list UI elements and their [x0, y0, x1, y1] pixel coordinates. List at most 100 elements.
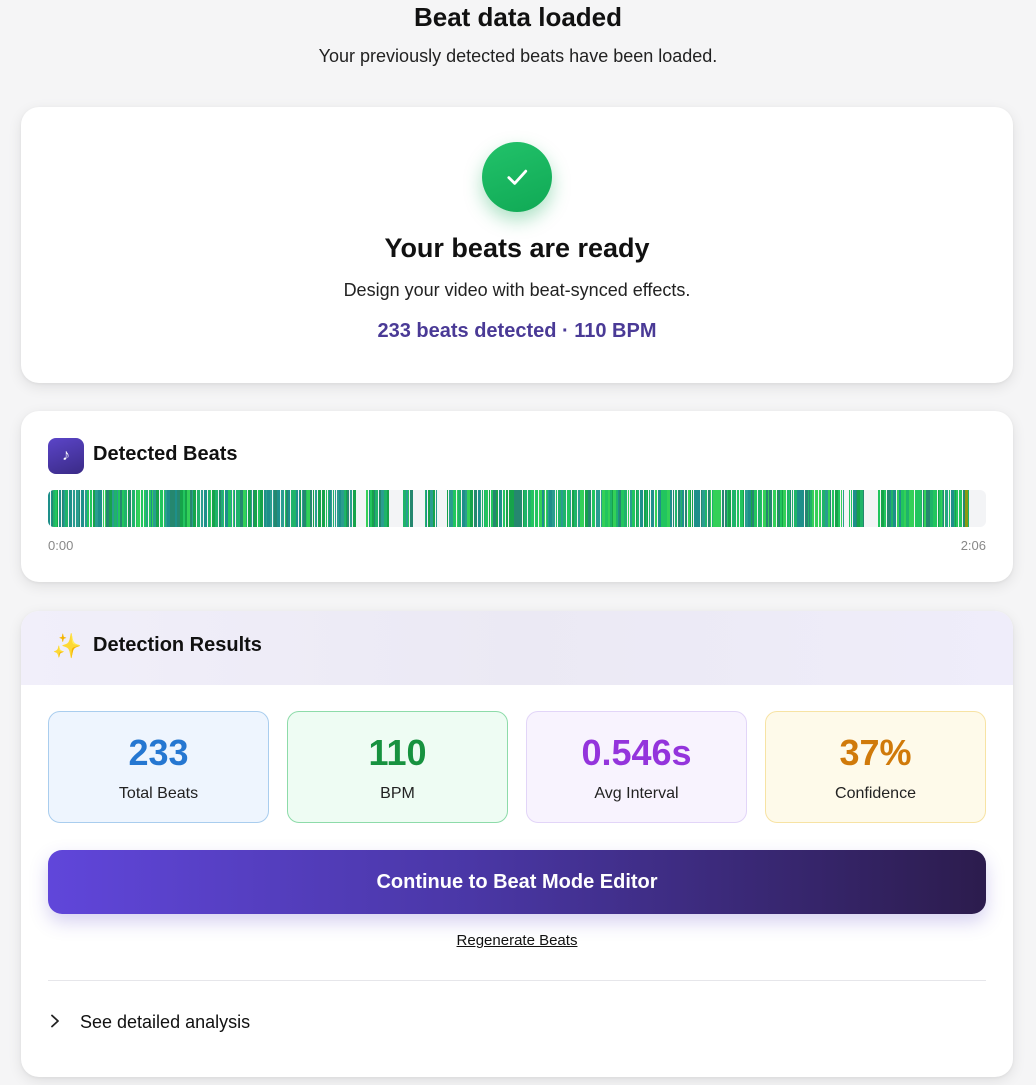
beat-marker: [819, 490, 821, 527]
beat-marker: [122, 490, 124, 527]
beat-marker: [307, 490, 310, 527]
beat-marker: [941, 490, 942, 527]
beat-marker: [151, 490, 152, 527]
stat-value: 0.546s: [581, 732, 692, 773]
beat-marker: [233, 490, 234, 527]
beat-marker: [801, 490, 804, 527]
beat-marker: [156, 490, 159, 527]
beat-marker: [619, 490, 621, 527]
beat-marker: [596, 490, 598, 527]
beat-marker: [302, 490, 303, 527]
beat-marker: [890, 490, 891, 527]
beat-marker: [828, 490, 830, 527]
beat-marker: [812, 490, 814, 527]
beat-marker: [787, 490, 789, 527]
beat-marker: [610, 490, 612, 527]
beat-marker: [906, 490, 909, 527]
beat-marker: [273, 490, 274, 527]
beat-marker: [745, 490, 748, 527]
beat-marker: [710, 490, 711, 527]
beat-marker: [482, 490, 483, 527]
beat-marker: [670, 490, 672, 527]
sparkles-icon: ✨: [52, 633, 82, 660]
regenerate-beats-link[interactable]: Regenerate Beats: [21, 932, 1013, 949]
detailed-analysis-toggle[interactable]: See detailed analysis: [48, 1008, 250, 1036]
beat-marker: [778, 490, 780, 527]
beat-marker: [769, 490, 772, 527]
detailed-analysis-label: See detailed analysis: [80, 1011, 251, 1032]
beat-marker: [725, 490, 727, 527]
beat-marker: [790, 490, 791, 527]
beat-marker: [69, 490, 72, 527]
beat-marker: [692, 490, 693, 527]
beat-marker: [860, 490, 863, 527]
beat-marker: [337, 490, 339, 527]
beat-marker: [773, 490, 776, 527]
beat-marker: [114, 490, 117, 527]
beat-marker: [493, 490, 496, 527]
beat-marker: [832, 490, 834, 527]
beat-marker: [608, 490, 610, 527]
beat-marker: [306, 490, 307, 527]
beat-marker: [470, 490, 473, 527]
detection-results-card: ✨ Detection Results 233 Total Beats 110 …: [21, 611, 1013, 1077]
beat-marker: [758, 490, 761, 527]
beat-timeline[interactable]: [48, 490, 986, 527]
beat-marker: [167, 490, 170, 527]
beat-marker: [942, 490, 943, 527]
beat-marker: [485, 490, 487, 527]
beat-marker: [285, 490, 286, 527]
beat-marker: [632, 490, 635, 527]
beat-marker: [780, 490, 782, 527]
beat-marker: [183, 490, 185, 527]
beat-marker: [62, 490, 63, 527]
beat-marker: [514, 490, 517, 527]
beat-marker: [783, 490, 786, 527]
beat-marker: [129, 490, 131, 527]
beat-marker: [144, 490, 146, 527]
beat-marker: [458, 490, 461, 527]
beat-marker: [630, 490, 632, 527]
beat-marker: [690, 490, 691, 527]
beat-marker: [52, 490, 53, 527]
beat-marker: [959, 490, 962, 527]
beat-marker: [79, 490, 80, 527]
beat-marker: [924, 490, 926, 527]
beat-marker: [109, 490, 112, 527]
beat-marker: [221, 490, 222, 527]
beat-marker: [928, 490, 930, 527]
beat-marker: [246, 490, 247, 527]
beat-marker: [223, 490, 224, 527]
beat-marker: [243, 490, 246, 527]
beat-marker: [613, 490, 614, 527]
beat-marker: [436, 490, 437, 527]
beat-marker: [225, 490, 228, 527]
beat-marker: [185, 490, 187, 527]
beat-marker: [240, 490, 243, 527]
beat-marker: [467, 490, 470, 527]
checkmark-icon: [482, 142, 552, 212]
beat-marker: [291, 490, 293, 527]
beat-timeline-graphic: [48, 490, 969, 527]
stat-value: 110: [368, 732, 427, 773]
beat-marker: [81, 490, 84, 527]
beat-marker: [152, 490, 153, 527]
beat-marker: [661, 490, 664, 527]
beat-marker: [558, 490, 560, 527]
beat-marker: [954, 490, 955, 527]
beat-marker: [387, 490, 389, 527]
beat-marker: [863, 490, 864, 527]
stat-total-beats: 233 Total Beats: [48, 711, 269, 823]
beat-marker: [524, 490, 527, 527]
beat-marker: [938, 490, 939, 527]
beat-marker: [535, 490, 538, 527]
beat-marker: [531, 490, 534, 527]
continue-to-editor-button[interactable]: Continue to Beat Mode Editor: [48, 850, 986, 914]
beat-marker: [331, 490, 332, 527]
beat-marker: [685, 490, 687, 527]
ready-description: Design your video with beat-synced effec…: [343, 280, 691, 300]
beat-marker: [160, 490, 162, 527]
beat-marker: [572, 490, 574, 527]
beat-marker: [893, 490, 896, 527]
beat-marker: [574, 490, 577, 527]
